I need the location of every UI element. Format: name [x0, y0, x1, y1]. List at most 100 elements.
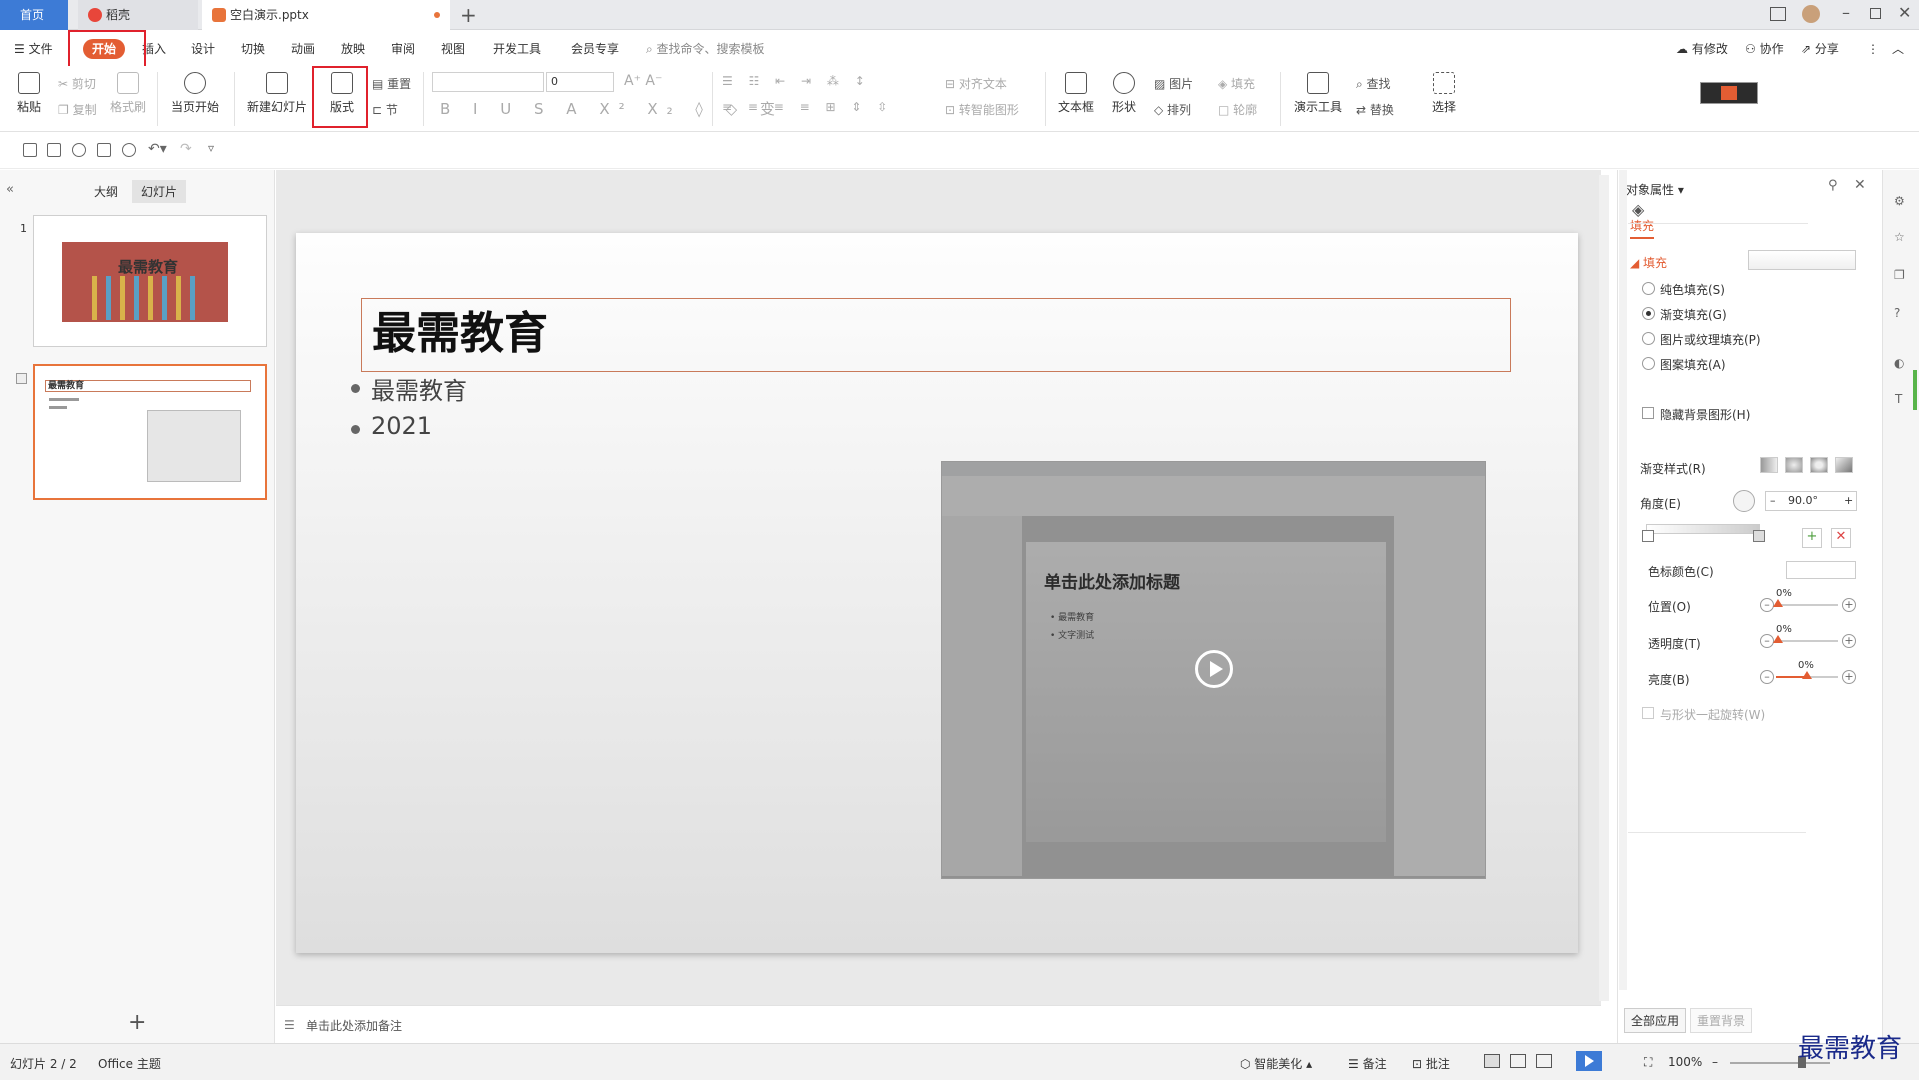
collapse-pane-icon[interactable]: « — [6, 182, 14, 197]
slide-bullet[interactable]: 2021 — [350, 412, 432, 440]
text-icon[interactable]: T — [1895, 392, 1902, 406]
palette-icon[interactable]: ◐ — [1894, 356, 1904, 370]
new-slide-button[interactable]: 新建幻灯片 — [244, 72, 310, 115]
current-slide[interactable]: 最需教育 最需教育 2021 单击此处添加标题 • 最需教育 • 文字测试 — [296, 233, 1578, 953]
hide-bg-checkbox[interactable] — [1642, 407, 1654, 419]
pin-icon[interactable]: ⚲ — [1828, 178, 1838, 193]
gradient-path-icon[interactable] — [1835, 457, 1853, 473]
tab-home[interactable]: 首页 — [0, 0, 68, 30]
print-icon[interactable] — [97, 143, 111, 157]
vertical-scrollbar[interactable] — [1599, 175, 1609, 1001]
gradient-stop-right[interactable] — [1753, 530, 1765, 542]
close-pane-icon[interactable]: ✕ — [1854, 177, 1866, 193]
minimize-icon[interactable]: – — [1842, 3, 1850, 22]
section-button[interactable]: ⊏ 节 — [372, 101, 398, 118]
command-search[interactable]: ⌕ 查找命令、搜索模板 — [646, 39, 765, 59]
sorter-view-icon[interactable] — [1510, 1054, 1526, 1068]
share-button[interactable]: ⇗ 分享 — [1801, 39, 1839, 59]
menu-member[interactable]: 会员专享 — [571, 39, 619, 59]
collapse-ribbon-icon[interactable]: ︿ — [1892, 39, 1904, 59]
grow-font-icon[interactable]: A⁺ A⁻ — [624, 73, 662, 89]
customize-toolbar-icon[interactable]: ▿ — [208, 141, 214, 155]
outline-button[interactable]: □ 轮廓 — [1218, 101, 1257, 118]
close-window-icon[interactable]: ✕ — [1898, 3, 1911, 22]
gradient-fill-radio[interactable] — [1642, 307, 1655, 320]
reset-button[interactable]: ▤ 重置 — [372, 75, 411, 92]
new-file-icon[interactable] — [23, 143, 37, 157]
preview-icon[interactable] — [122, 143, 136, 157]
beautify-button[interactable]: ⬡ 智能美化 ▴ — [1240, 1055, 1312, 1072]
slider-knob[interactable] — [1773, 635, 1783, 643]
properties-icon[interactable]: ⚙ — [1894, 194, 1905, 208]
transparency-decrease-icon[interactable]: – — [1760, 634, 1774, 648]
menu-animation[interactable]: 动画 — [291, 39, 315, 59]
slides-tab[interactable]: 幻灯片 — [132, 180, 187, 203]
comments-toggle[interactable]: ⊡ 批注 — [1412, 1055, 1450, 1072]
zoom-out-icon[interactable]: – — [1712, 1055, 1718, 1069]
position-increase-icon[interactable]: + — [1842, 598, 1856, 612]
brightness-increase-icon[interactable]: + — [1842, 670, 1856, 684]
font-family-select[interactable] — [432, 72, 544, 92]
from-current-button[interactable]: 当页开始 — [166, 72, 224, 115]
notes-pane[interactable]: ☰ 单击此处添加备注 — [276, 1005, 1601, 1043]
slides-icon[interactable]: ❐ — [1894, 268, 1905, 282]
gradient-radial-icon[interactable] — [1785, 457, 1803, 473]
apply-all-button[interactable]: 全部应用 — [1624, 1008, 1687, 1033]
decrease-icon[interactable]: – — [1770, 492, 1776, 510]
textbox-button[interactable]: 文本框 — [1052, 72, 1100, 115]
rotate-with-shape-checkbox[interactable] — [1642, 707, 1654, 719]
slider-knob[interactable] — [1773, 599, 1783, 607]
shape-button[interactable]: 形状 — [1104, 72, 1144, 115]
arrange-button[interactable]: ◇ 排列 — [1154, 101, 1191, 118]
fill-tab[interactable]: 填充 — [1630, 217, 1655, 239]
position-slider[interactable] — [1773, 599, 1838, 607]
restore-icon[interactable] — [1870, 8, 1881, 19]
more-icon[interactable]: ⋮ — [1867, 39, 1879, 59]
play-slideshow-button[interactable] — [1576, 1051, 1602, 1071]
remove-stop-icon[interactable]: ✕ — [1831, 528, 1851, 548]
collab-button[interactable]: ⚇ 协作 — [1745, 39, 1784, 59]
cut-button[interactable]: ✂ 剪切 — [58, 75, 96, 92]
menu-devtools[interactable]: 开发工具 — [493, 39, 541, 59]
menu-review[interactable]: 审阅 — [391, 39, 415, 59]
gradient-stop-left[interactable] — [1642, 530, 1654, 542]
outline-tab[interactable]: 大纲 — [94, 183, 118, 200]
transparency-slider[interactable] — [1773, 635, 1838, 643]
add-slide-icon[interactable]: + — [128, 1010, 146, 1035]
avatar[interactable] — [1802, 5, 1820, 23]
reset-bg-button[interactable]: 重置背景 — [1690, 1008, 1753, 1033]
angle-stepper[interactable]: – 90.0° + — [1765, 491, 1857, 511]
pane-scrollbar[interactable] — [1619, 170, 1627, 990]
slide-thumbnail-1[interactable]: 最需教育 — [33, 215, 267, 347]
select-button[interactable]: 选择 — [1424, 72, 1464, 115]
tab-document[interactable]: 空白演示.pptx — [202, 0, 450, 30]
modified-button[interactable]: ☁ 有修改 — [1676, 39, 1728, 59]
brightness-decrease-icon[interactable]: – — [1760, 670, 1774, 684]
menu-slideshow[interactable]: 放映 — [341, 39, 365, 59]
slider-knob[interactable] — [1802, 671, 1812, 679]
replace-button[interactable]: ⇄ 替换 — [1356, 101, 1394, 118]
new-tab-icon[interactable]: + — [460, 3, 477, 27]
fill-section-header[interactable]: ◢ 填充 — [1630, 254, 1667, 271]
smart-art-button[interactable]: ⊡ 转智能图形 — [945, 101, 1019, 118]
format-painter-button[interactable]: 格式刷 — [108, 72, 148, 115]
picture-button[interactable]: ▨ 图片 — [1154, 75, 1193, 92]
picture-fill-radio[interactable] — [1642, 332, 1655, 345]
menu-view[interactable]: 视图 — [441, 39, 465, 59]
gradient-rect-icon[interactable] — [1810, 457, 1828, 473]
help-icon[interactable]: ? — [1894, 306, 1900, 320]
align-text-button[interactable]: ⊟ 对齐文本 — [945, 75, 1007, 92]
slide-thumbnail-2[interactable]: 最需教育 — [33, 364, 267, 500]
play-icon[interactable] — [1195, 650, 1233, 688]
fit-icon[interactable]: ⛶ — [1644, 1055, 1652, 1070]
reading-view-icon[interactable] — [1536, 1054, 1552, 1068]
position-decrease-icon[interactable]: – — [1760, 598, 1774, 612]
menu-file[interactable]: ☰ 文件 — [14, 39, 53, 59]
present-tools-button[interactable]: 演示工具 — [1288, 72, 1348, 115]
copy-button[interactable]: ❐ 复制 — [58, 101, 97, 118]
gradient-linear-icon[interactable] — [1760, 457, 1778, 473]
undo-icon[interactable]: ↶▾ — [148, 141, 167, 157]
layout-icon[interactable] — [1770, 7, 1786, 21]
increase-icon[interactable]: + — [1844, 492, 1853, 510]
embedded-video[interactable]: 单击此处添加标题 • 最需教育 • 文字测试 — [941, 461, 1486, 879]
